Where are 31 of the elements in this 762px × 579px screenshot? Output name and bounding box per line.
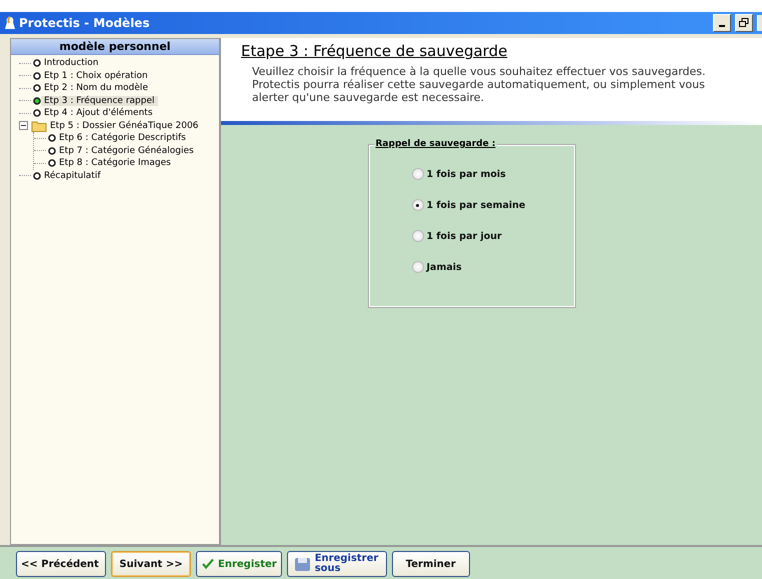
footer-button[interactable]: Enregistrer sous bbox=[286, 551, 387, 577]
check-icon bbox=[201, 558, 215, 570]
tree-item[interactable]: Etp 2 : Nom du modèle bbox=[41, 83, 151, 94]
tree-item[interactable]: Etp 6 : Catégorie Descriptifs bbox=[56, 133, 189, 144]
tree-item[interactable]: Etp 4 : Ajout d'éléments bbox=[41, 108, 156, 118]
tree-item[interactable]: Etp 1 : Choix opération bbox=[41, 70, 151, 81]
tree-item[interactable]: Etp 8 : Catégorie Images bbox=[56, 158, 174, 168]
step-description: Veuillez choisir la fréquence à la quelle vous souhaitez effectuer vos sauvegardes. Protectis pourra réaliser cette sauvegarde automatiquement, ou simplement vous alerter qu'une sauvegarde est necessaire. bbox=[252, 65, 707, 104]
folder-icon bbox=[31, 120, 47, 132]
app-logo-icon bbox=[4, 16, 16, 30]
sidebar-title: modèle personnel bbox=[11, 39, 219, 55]
radio-option[interactable]: 1 fois par semaine bbox=[412, 199, 574, 211]
collapse-icon[interactable] bbox=[19, 121, 28, 130]
restore-button[interactable] bbox=[735, 14, 753, 32]
radio-option[interactable]: 1 fois par mois bbox=[412, 168, 574, 180]
tree-item[interactable]: Etp 3 : Fréquence rappel bbox=[41, 96, 158, 106]
footer-button[interactable]: Enregister bbox=[196, 551, 282, 577]
radio-option[interactable]: 1 fois par jour bbox=[412, 230, 574, 242]
group-title: Rappel de sauvegarde : bbox=[374, 139, 498, 149]
restore-icon bbox=[739, 18, 749, 28]
radio-option[interactable]: Jamais bbox=[412, 261, 574, 273]
footer-button[interactable]: << Précédent bbox=[16, 551, 106, 577]
window-title: Protectis - Modèles bbox=[19, 16, 151, 30]
footer-button[interactable]: Suivant >> bbox=[111, 551, 191, 577]
tree-item[interactable]: Etp 5 : Dossier GénéaTique 2006 bbox=[47, 120, 202, 131]
tree-item[interactable]: Récapitulatif bbox=[41, 170, 104, 181]
minimize-button[interactable] bbox=[713, 14, 731, 32]
footer-button[interactable]: Terminer bbox=[392, 551, 470, 577]
tree-item[interactable]: Etp 7 : Catégorie Généalogies bbox=[56, 146, 197, 156]
tree-item[interactable]: Introduction bbox=[41, 58, 102, 68]
step-title: Etape 3 : Fréquence de sauvegarde bbox=[241, 42, 508, 60]
